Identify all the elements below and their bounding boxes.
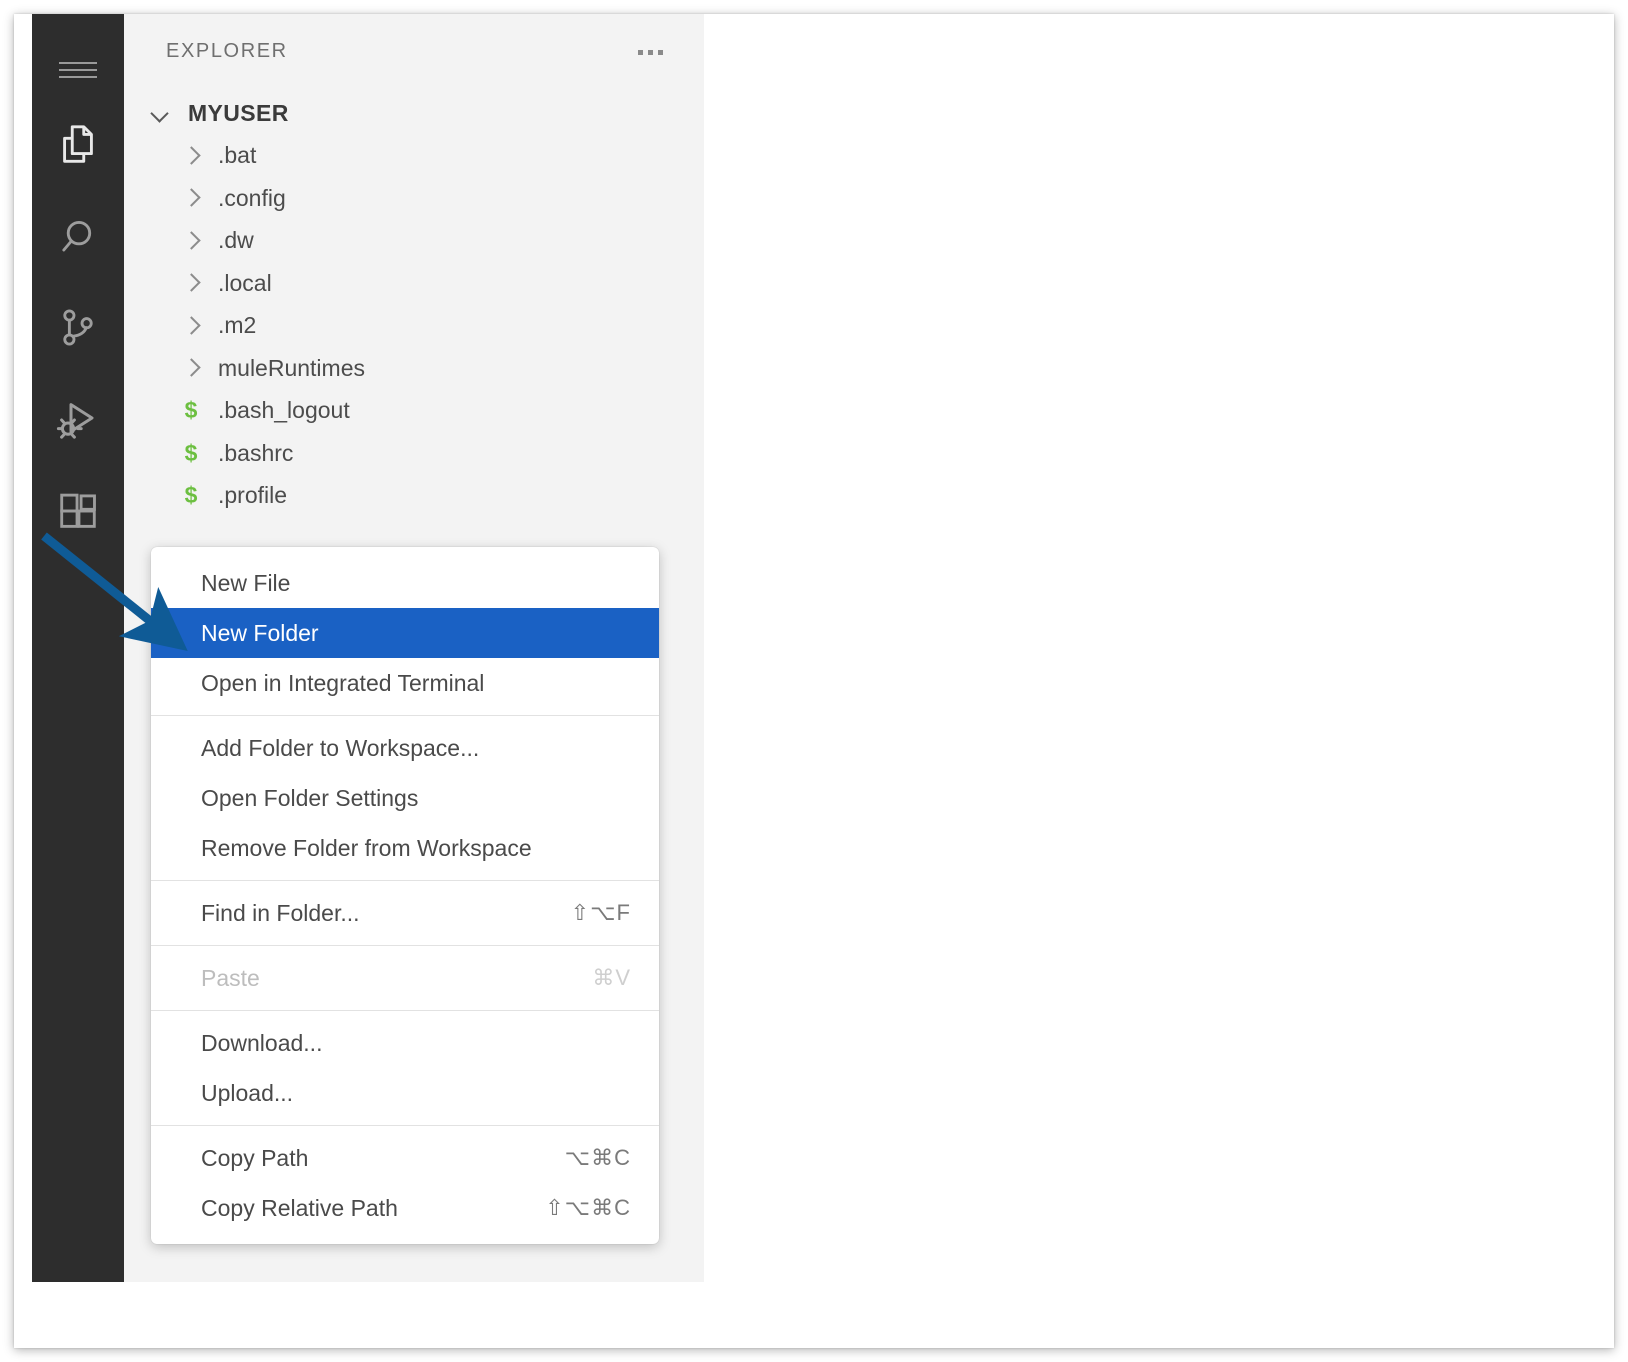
files-icon	[55, 121, 101, 167]
sidebar-title: EXPLORER	[166, 40, 288, 63]
chevron-right-icon[interactable]	[178, 185, 204, 211]
menu-item-open-folder-settings[interactable]: Open Folder Settings	[151, 773, 659, 823]
chevron-right-icon[interactable]	[178, 228, 204, 254]
menu-item-shortcut: ⇧⌥⌘C	[545, 1195, 631, 1221]
app-window: EXPLORER MYUSER .bat .config .dw .local .m2 m…	[14, 14, 1614, 1348]
menu-item-paste: Paste⌘V	[151, 953, 659, 1003]
shell-file-icon: $	[178, 440, 204, 467]
menu-separator	[151, 880, 659, 881]
ellipsis-dot	[658, 50, 663, 55]
menu-item-label: Copy Relative Path	[201, 1195, 545, 1222]
run-and-debug-icon	[54, 396, 102, 444]
tree-item-label: .bat	[218, 142, 256, 169]
menu-item-shortcut: ⌘V	[592, 965, 631, 991]
tree-item-config[interactable]: .config	[124, 177, 704, 220]
menu-item-copy-path[interactable]: Copy Path⌥⌘C	[151, 1133, 659, 1183]
menu-group: Download... Upload...	[151, 1015, 659, 1121]
shell-file-icon: $	[178, 397, 204, 424]
chevron-down-icon[interactable]	[148, 100, 174, 126]
file-tree: MYUSER .bat .config .dw .local .m2 muleRuntim…	[124, 92, 704, 517]
tree-item-label: .dw	[218, 227, 254, 254]
menu-group: Add Folder to Workspace... Open Folder Se…	[151, 720, 659, 876]
tree-item-bat[interactable]: .bat	[124, 135, 704, 178]
menu-item-download[interactable]: Download...	[151, 1018, 659, 1068]
ellipsis-dot	[648, 50, 653, 55]
annotation-arrow-icon	[14, 504, 274, 674]
tree-item-label: .m2	[218, 312, 256, 339]
menu-item-remove-folder-from-workspace[interactable]: Remove Folder from Workspace	[151, 823, 659, 873]
menu-group: Copy Path⌥⌘CCopy Relative Path⇧⌥⌘C	[151, 1130, 659, 1236]
menu-item-label: Open Folder Settings	[201, 785, 631, 812]
activity-bar-item-search[interactable]	[32, 190, 124, 282]
menu-item-shortcut: ⌥⌘C	[565, 1145, 631, 1171]
chevron-right-icon[interactable]	[178, 143, 204, 169]
menu-item-label: Upload...	[201, 1080, 631, 1107]
menu-item-find-in-folder[interactable]: Find in Folder...⇧⌥F	[151, 888, 659, 938]
menu-item-upload[interactable]: Upload...	[151, 1068, 659, 1118]
screenshot-root: EXPLORER MYUSER .bat .config .dw .local .m2 m…	[0, 0, 1628, 1362]
menu-item-label: Download...	[201, 1030, 631, 1057]
tree-item-label: .config	[218, 185, 286, 212]
menu-item-label: Find in Folder...	[201, 900, 571, 927]
activity-bar-item-source-control[interactable]	[32, 282, 124, 374]
menu-item-shortcut: ⇧⌥F	[571, 900, 631, 926]
menu-group: Find in Folder...⇧⌥F	[151, 885, 659, 941]
ellipsis-icon[interactable]	[628, 38, 672, 66]
source-control-icon	[55, 305, 101, 351]
tree-root-label: MYUSER	[188, 100, 289, 127]
menu-item-label: Copy Path	[201, 1145, 565, 1172]
tree-item-dw[interactable]: .dw	[124, 220, 704, 263]
search-icon	[55, 213, 101, 259]
menu-group: Paste⌘V	[151, 950, 659, 1006]
ellipsis-dot	[638, 50, 643, 55]
tree-item-bashrc[interactable]: $ .bashrc	[124, 432, 704, 475]
activity-bar-item-run-and-debug[interactable]	[32, 374, 124, 466]
tree-item-m2[interactable]: .m2	[124, 305, 704, 348]
chevron-right-icon[interactable]	[178, 270, 204, 296]
tree-item-local[interactable]: .local	[124, 262, 704, 305]
chevron-right-icon[interactable]	[178, 355, 204, 381]
activity-bar-item-explorer[interactable]	[32, 98, 124, 190]
hamburger-icon[interactable]	[32, 34, 124, 106]
menu-item-label: Add Folder to Workspace...	[201, 735, 631, 762]
menu-item-copy-relative-path[interactable]: Copy Relative Path⇧⌥⌘C	[151, 1183, 659, 1233]
hamburger-line	[59, 69, 97, 71]
tree-item-label: .local	[218, 270, 272, 297]
menu-item-label: Paste	[201, 965, 592, 992]
tree-item-muleruntimes[interactable]: muleRuntimes	[124, 347, 704, 390]
menu-separator	[151, 945, 659, 946]
tree-item-label: .bash_logout	[218, 397, 350, 424]
tree-item-label: .bashrc	[218, 440, 293, 467]
hamburger-line	[59, 62, 97, 64]
menu-separator	[151, 1125, 659, 1126]
hamburger-line	[59, 76, 97, 78]
tree-item-label: muleRuntimes	[218, 355, 365, 382]
tree-root-myuser[interactable]: MYUSER	[124, 92, 704, 135]
menu-item-add-folder-to-workspace[interactable]: Add Folder to Workspace...	[151, 723, 659, 773]
menu-separator	[151, 1010, 659, 1011]
menu-item-label: Remove Folder from Workspace	[201, 835, 631, 862]
tree-item-bash-logout[interactable]: $ .bash_logout	[124, 390, 704, 433]
chevron-right-icon[interactable]	[178, 313, 204, 339]
menu-separator	[151, 715, 659, 716]
